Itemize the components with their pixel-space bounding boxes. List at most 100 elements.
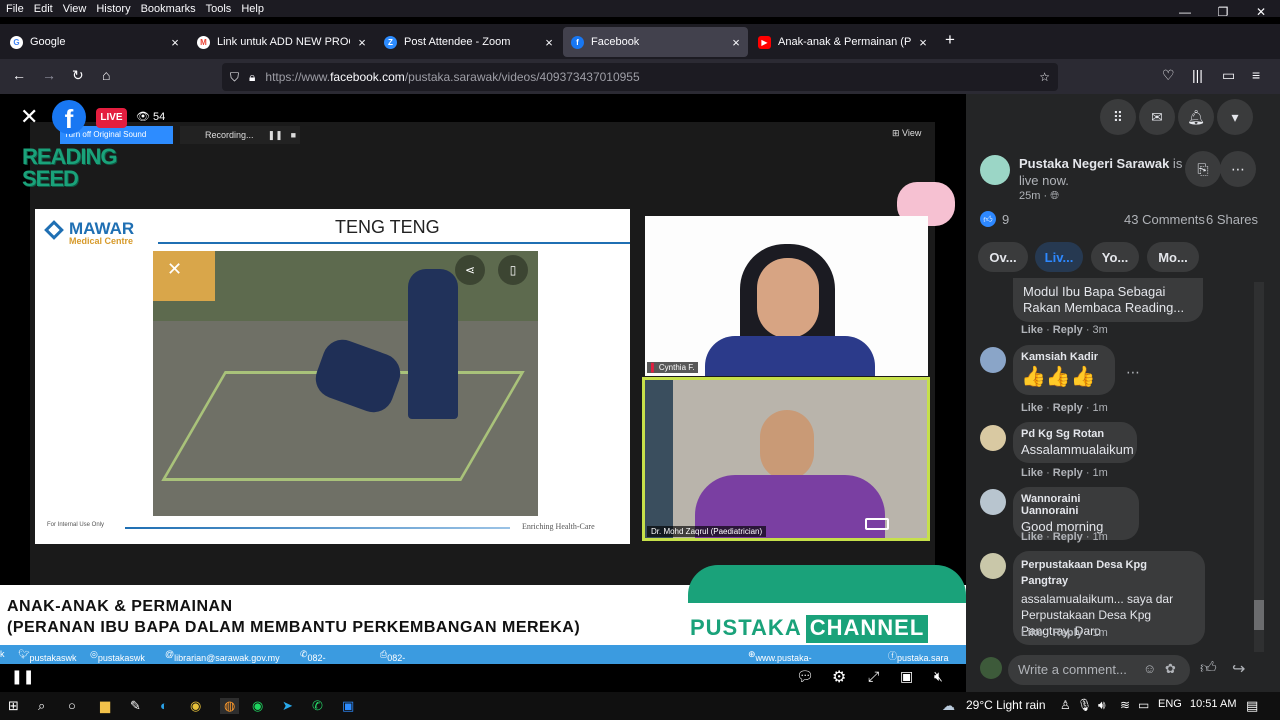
page-name[interactable]: Pustaka Negeri Sarawak xyxy=(1019,156,1169,171)
zoom-view-button[interactable]: ⊞ View xyxy=(892,128,921,139)
reload-icon[interactable]: ↻ xyxy=(72,67,84,84)
comment-author[interactable]: Pd Kg Sg Rotan xyxy=(1021,428,1129,440)
bookmark-icon[interactable]: ▯ xyxy=(498,255,528,285)
close-tab-icon[interactable]: × xyxy=(163,35,187,50)
tab-gmail[interactable]: M Link untuk ADD NEW PROGRAM × xyxy=(189,27,374,57)
pause-recording-icon[interactable]: ❚❚ xyxy=(268,130,283,140)
scrollbar-thumb[interactable] xyxy=(1254,600,1264,630)
language-indicator[interactable]: ENG xyxy=(1158,698,1182,710)
sticker-icon[interactable]: ✿ xyxy=(1165,661,1176,677)
stop-recording-icon[interactable]: ■ xyxy=(291,130,296,140)
menu-grid-icon[interactable]: ⠿ xyxy=(1100,99,1136,135)
app-menu-icon[interactable]: ≡ xyxy=(1252,67,1260,83)
bookmark-star-icon[interactable]: ☆ xyxy=(1039,70,1050,84)
chrome-icon[interactable]: ◉ xyxy=(190,698,201,714)
tab-live[interactable]: Liv... xyxy=(1035,242,1083,272)
edge-icon[interactable]: ◐ xyxy=(160,698,168,713)
share-icon[interactable]: ⋖ xyxy=(455,255,485,285)
menu-help[interactable]: Help xyxy=(236,3,269,15)
windows-start-icon[interactable]: ⊞ xyxy=(8,698,19,714)
forward-icon[interactable]: → xyxy=(42,67,56,83)
page-avatar[interactable] xyxy=(980,155,1010,185)
tab-google[interactable]: G Google × xyxy=(2,27,187,57)
comments-scrollbar[interactable] xyxy=(1254,282,1264,652)
comment-more-icon[interactable]: ⋯ xyxy=(1126,364,1140,381)
like-button-icon[interactable]: 👍︎ xyxy=(1200,659,1217,678)
menu-view[interactable]: View xyxy=(58,3,92,15)
back-icon[interactable]: ← xyxy=(12,67,26,83)
account-chevron-down-icon[interactable]: ▾ xyxy=(1217,99,1253,135)
user-avatar[interactable] xyxy=(980,657,1002,679)
video-player[interactable]: Turn off Original Sound Recording... ❚❚ ■ … xyxy=(0,94,966,692)
restore-icon[interactable]: ❐ xyxy=(1204,0,1242,24)
menu-history[interactable]: History xyxy=(91,3,135,15)
avatar[interactable] xyxy=(980,553,1006,579)
new-tab-button[interactable]: + xyxy=(945,30,955,50)
shares-count[interactable]: 6 Shares xyxy=(1206,212,1258,227)
comments-count[interactable]: 43 Comments xyxy=(1124,212,1205,227)
tab-youtube[interactable]: ▶ Anak-anak & Permainan (Peran × xyxy=(750,27,935,57)
lock-icon[interactable]: 🔒︎ xyxy=(249,70,255,85)
close-tab-icon[interactable]: × xyxy=(537,35,561,50)
menu-tools[interactable]: Tools xyxy=(201,3,237,15)
reaction-count[interactable]: 9 xyxy=(1002,212,1009,227)
comment-icon[interactable]: 💬︎ xyxy=(796,668,814,685)
notification-center-icon[interactable]: ▤ xyxy=(1246,698,1258,714)
notifications-bell-icon[interactable]: 🔔︎ xyxy=(1178,99,1214,135)
search-icon[interactable]: ⌕ xyxy=(38,698,45,714)
volume-muted-icon[interactable]: 🔇︎ xyxy=(934,668,943,685)
like-link[interactable]: Like xyxy=(1021,402,1043,414)
zoom-app-icon[interactable]: ▣ xyxy=(342,698,354,714)
comment-author[interactable]: Perpustakaan Desa Kpg Pangtray xyxy=(1021,557,1197,589)
reply-link[interactable]: Reply xyxy=(1053,531,1083,543)
fullscreen-icon[interactable]: ⤢ xyxy=(868,668,879,685)
clock[interactable]: 10:51 AM xyxy=(1190,698,1236,710)
close-tab-icon[interactable]: × xyxy=(724,35,748,50)
volume-icon[interactable]: 🔊︎ xyxy=(1098,698,1106,713)
person-icon[interactable]: ♙ xyxy=(1060,698,1071,712)
close-window-icon[interactable]: ✕ xyxy=(1242,0,1280,24)
firefox-icon[interactable]: ◍ xyxy=(220,698,240,714)
like-link[interactable]: Like xyxy=(1021,324,1043,336)
share-arrow-icon[interactable]: ↪ xyxy=(1232,659,1245,679)
comment-author[interactable]: Kamsiah Kadir xyxy=(1021,351,1107,363)
avatar[interactable] xyxy=(980,425,1006,451)
reply-link[interactable]: Reply xyxy=(1053,467,1083,479)
snip-icon[interactable]: ✎ xyxy=(130,698,141,714)
tab-more[interactable]: Mo... xyxy=(1147,242,1199,272)
like-link[interactable]: Like xyxy=(1021,467,1043,479)
avatar[interactable] xyxy=(980,489,1006,515)
reply-link[interactable]: Reply xyxy=(1053,402,1083,414)
pocket-icon[interactable]: ♡ xyxy=(1162,67,1175,84)
tab-zoom[interactable]: Z Post Attendee - Zoom × xyxy=(376,27,561,57)
minimize-icon[interactable]: — xyxy=(1166,0,1204,24)
tab-overview[interactable]: Ov... xyxy=(978,242,1028,272)
comment-author[interactable]: Wannoraini Uannoraini xyxy=(1021,493,1131,517)
pause-icon[interactable]: ❚❚ xyxy=(11,668,34,685)
reply-link[interactable]: Reply xyxy=(1053,324,1083,336)
tab-you[interactable]: Yo... xyxy=(1091,242,1139,272)
library-icon[interactable]: ||| xyxy=(1192,67,1203,83)
weather-text[interactable]: 29°C Light rain xyxy=(966,698,1046,712)
sidebar-icon[interactable]: ▭ xyxy=(1222,67,1235,84)
avatar[interactable] xyxy=(980,347,1006,373)
close-tab-icon[interactable]: × xyxy=(350,35,374,50)
whatsapp-icon[interactable]: ✆ xyxy=(312,698,323,714)
shield-icon[interactable]: ⛉ xyxy=(230,70,239,85)
battery-icon[interactable]: ▭ xyxy=(1138,698,1149,712)
file-explorer-icon[interactable]: ▆ xyxy=(100,698,110,714)
spotify-icon[interactable]: ◉ xyxy=(252,698,263,714)
telegram-icon[interactable]: ➤ xyxy=(282,698,293,714)
menu-bookmarks[interactable]: Bookmarks xyxy=(136,3,201,15)
wifi-icon[interactable]: ≋ xyxy=(1120,698,1130,712)
task-view-icon[interactable]: ○ xyxy=(68,698,76,713)
messenger-icon[interactable]: ✉ xyxy=(1139,99,1175,135)
menu-file[interactable]: File xyxy=(0,3,29,15)
emoji-icon[interactable]: ☺ xyxy=(1143,661,1156,676)
miniplayer-icon[interactable]: ▣ xyxy=(900,668,913,685)
settings-gear-icon[interactable]: ⚙ xyxy=(832,667,846,687)
close-image-icon[interactable]: ✕ xyxy=(167,259,182,280)
mic-icon[interactable]: 🎙︎ xyxy=(1077,698,1092,712)
like-link[interactable]: Like xyxy=(1021,531,1043,543)
tab-facebook[interactable]: f Facebook × xyxy=(563,27,748,57)
